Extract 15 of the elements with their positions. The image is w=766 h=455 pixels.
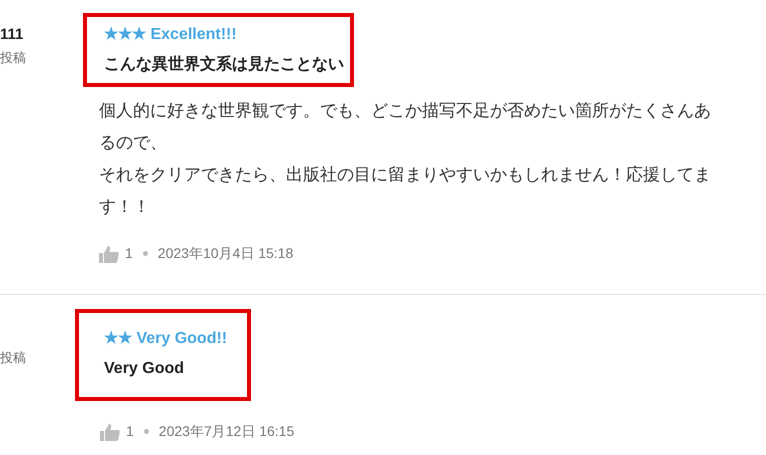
author-name[interactable]: 111 — [0, 25, 75, 45]
rating-label: ★★ Very Good!! — [104, 329, 228, 349]
post-date: 2023年10月4日 15:18 — [158, 244, 294, 263]
post-date: 2023年7月12日 16:15 — [158, 422, 294, 441]
review-text: 個人的に好きな世界観です。でも、どこか描写不足が否めたい箇所がたくさんあるので、 — [99, 100, 712, 154]
like-count: 1 — [126, 422, 134, 441]
rating-label: ★★★ Excellent!!! — [104, 25, 237, 45]
thumbs-up-icon[interactable] — [99, 244, 119, 262]
thumbs-up-icon[interactable] — [100, 422, 120, 440]
posted-label: 投稿 — [0, 49, 27, 67]
like-count: 1 — [125, 244, 133, 263]
review-text: それをクリアできたら、出版社の目に留まりやすいかもしれません！応援してます！！ — [99, 164, 712, 218]
review-title: Very Good — [104, 359, 186, 379]
posted-label: 投稿 — [0, 349, 27, 367]
review-title: こんな異世界文系は見たことない — [104, 54, 344, 75]
